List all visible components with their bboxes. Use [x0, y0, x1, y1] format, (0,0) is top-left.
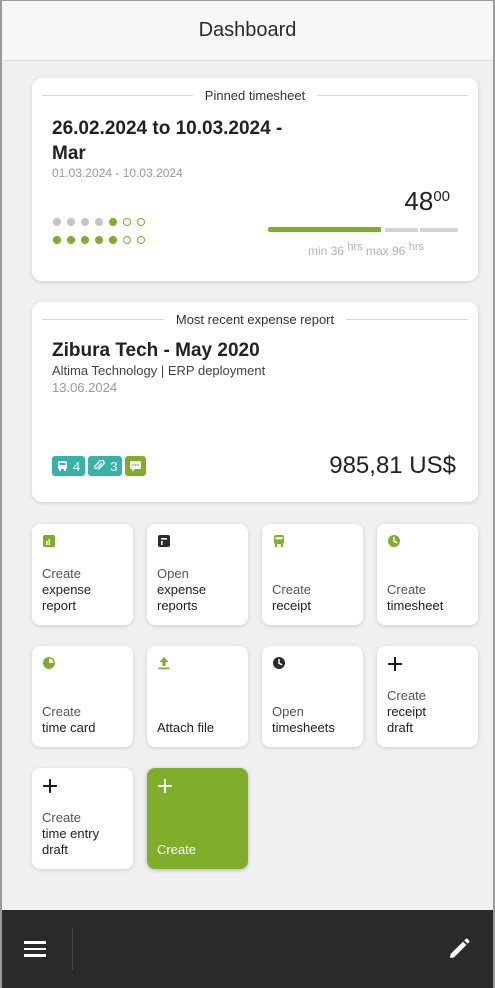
legend-text: Most recent expense report	[175, 311, 335, 327]
plus-icon	[387, 656, 403, 672]
tile-create-time-card[interactable]: Create time card	[32, 646, 133, 747]
tile-label: Create time entry draft	[42, 810, 100, 857]
clock-icon	[387, 534, 401, 548]
day-dot-gray	[95, 218, 103, 226]
report-icon	[157, 534, 171, 548]
hours-range-labels: min 36 hrs max 96 hrs	[308, 241, 424, 258]
day-dot-ring	[123, 218, 131, 226]
tile-label: Create receipt draft	[387, 688, 427, 735]
receipt-icon	[272, 534, 286, 548]
pinned-timesheet-card[interactable]: Pinned timesheet 26.02.2024 to 10.03.202…	[32, 78, 478, 281]
day-dot-ring	[137, 236, 145, 244]
tile-label: Create receipt	[272, 582, 312, 613]
min-label: min 36	[308, 244, 345, 258]
comments-badge	[125, 456, 147, 476]
hours-main: 48	[404, 186, 434, 216]
attachments-badge: 3	[88, 456, 123, 476]
day-status-dots-row-2	[53, 236, 145, 244]
plus-icon	[42, 778, 58, 794]
min-unit: hrs	[347, 241, 363, 253]
timesheet-title: 26.02.2024 to 10.03.2024 - Mar	[52, 118, 283, 164]
tile-label: Create	[157, 842, 197, 857]
tile-label: Open timesheets	[272, 704, 335, 735]
day-dot-green	[53, 236, 61, 244]
plus-icon	[157, 778, 173, 794]
day-dot-green	[109, 218, 117, 226]
bottom-toolbar	[2, 910, 493, 988]
hamburger-menu-button[interactable]	[24, 941, 48, 957]
hours-total: 4800	[404, 186, 450, 217]
page-title: Dashboard	[198, 19, 297, 41]
min-marker	[381, 226, 385, 234]
tile-label: Attach file	[157, 720, 215, 735]
tile-create-receipt-draft[interactable]: Create receipt draft	[377, 646, 478, 747]
toolbar-divider	[72, 928, 73, 970]
upload-icon	[157, 656, 171, 670]
expense-report-card[interactable]: Most recent expense report Zibura Tech -…	[32, 302, 478, 502]
pencil-icon[interactable]	[447, 937, 471, 961]
hours-progress-fill	[268, 227, 382, 232]
tile-label: Create time card	[42, 704, 96, 735]
header: Dashboard	[2, 1, 493, 61]
tile-create-receipt[interactable]: Create receipt	[262, 524, 363, 625]
pie-icon	[42, 656, 56, 670]
max-unit: hrs	[408, 241, 424, 253]
expense-report-title: Zibura Tech - May 2020	[52, 340, 260, 361]
day-dot-green	[81, 236, 89, 244]
hours-minor: 00	[433, 188, 450, 205]
clock-icon	[272, 656, 286, 670]
day-dot-green	[109, 236, 117, 244]
paperclip-icon	[94, 460, 105, 470]
expense-report-amount: 985,81 US$	[329, 452, 456, 479]
comment-icon	[130, 461, 142, 472]
tile-label: Create expense report	[42, 566, 92, 613]
tile-label: Open expense reports	[157, 566, 207, 613]
tile-create[interactable]: Create	[147, 768, 248, 869]
tile-create-expense-report[interactable]: Create expense report	[32, 524, 133, 625]
max-marker	[418, 226, 420, 234]
tile-create-time-entry-draft[interactable]: Create time entry draft	[32, 768, 133, 869]
attachments-count: 3	[110, 458, 118, 474]
expense-report-subtitle: Altima Technology | ERP deployment	[52, 363, 266, 378]
app-frame: Dashboard Pinned timesheet 26.02.2024 to…	[0, 0, 495, 988]
day-dot-ring	[123, 236, 131, 244]
timesheet-date-range: 01.03.2024 - 10.03.2024	[52, 166, 183, 180]
receipts-badge: 4	[52, 456, 86, 476]
day-status-dots-row-1	[53, 218, 145, 226]
expense-report-date: 13.06.2024	[52, 380, 118, 395]
expense-badges: 4 3	[52, 456, 147, 476]
tile-open-timesheets[interactable]: Open timesheets	[262, 646, 363, 747]
tile-open-expense-reports[interactable]: Open expense reports	[147, 524, 248, 625]
day-dot-ring	[137, 218, 145, 226]
max-label: max 96	[366, 244, 406, 258]
tile-create-timesheet[interactable]: Create timesheet	[377, 524, 478, 625]
day-dot-gray	[81, 218, 89, 226]
receipts-count: 4	[73, 458, 81, 474]
day-dot-gray	[67, 218, 75, 226]
tile-label: Create timesheet	[387, 582, 444, 613]
day-dot-green	[67, 236, 75, 244]
day-dot-green	[95, 236, 103, 244]
tile-attach-file[interactable]: Attach file	[147, 646, 248, 747]
pinned-timesheet-legend: Pinned timesheet	[42, 87, 469, 103]
day-dot-gray	[53, 218, 61, 226]
expense-report-legend: Most recent expense report	[42, 311, 468, 327]
chart-icon	[42, 534, 56, 548]
receipt-icon	[58, 461, 67, 471]
legend-text: Pinned timesheet	[204, 87, 306, 103]
